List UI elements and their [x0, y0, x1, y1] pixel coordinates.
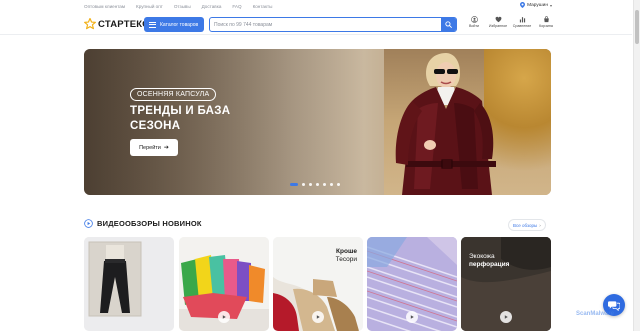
video-card-3-play-button[interactable] — [312, 311, 324, 323]
play-icon — [222, 315, 226, 319]
star-logo-icon — [84, 18, 96, 30]
location-pin-icon — [520, 2, 526, 8]
carousel-dot-5[interactable] — [323, 183, 326, 186]
all-reviews-link[interactable]: Все обзоры › — [508, 219, 546, 231]
video-card-1[interactable] — [84, 237, 174, 331]
topbar-link-reviews[interactable]: Отзывы — [174, 4, 191, 9]
all-reviews-label: Все обзоры — [513, 222, 538, 228]
cart-label: Корзина — [539, 24, 553, 28]
carousel-dot-6[interactable] — [330, 183, 333, 186]
topbar-link-delivery[interactable]: Доставка — [202, 4, 222, 9]
chevron-right-icon: › — [539, 222, 541, 228]
video-card-2-play-button[interactable] — [218, 311, 230, 323]
search-bar — [209, 17, 457, 32]
video-card-5-caption: Экокожа перфорация — [469, 253, 509, 269]
hero-banner[interactable]: ОСЕННЯЯ КАПСУЛА ТРЕНДЫ И БАЗА СЕЗОНА Пер… — [84, 49, 551, 195]
chevron-down-icon: ▾ — [549, 2, 552, 8]
watermark-text: ScanMalware — [576, 311, 615, 317]
header-divider — [0, 34, 632, 35]
carousel-dot-2[interactable] — [302, 183, 305, 186]
compare-label: Сравнение — [512, 24, 532, 28]
search-button[interactable] — [441, 18, 456, 31]
topbar-link-faq[interactable]: FAQ — [232, 4, 241, 9]
carousel-dot-1[interactable] — [290, 183, 298, 186]
hero-title-line-2: СЕЗОНА — [130, 120, 181, 132]
site-logo[interactable]: СТАРТЕКС — [84, 18, 149, 30]
hero-model-image — [395, 53, 496, 195]
play-icon — [410, 315, 414, 319]
hero-title-line-1: ТРЕНДЫ И БАЗА — [130, 105, 231, 117]
video-reviews-header: ВИДЕООБЗОРЫ НОВИНОК — [84, 219, 202, 228]
search-input[interactable] — [210, 18, 441, 31]
carousel-dot-7[interactable] — [337, 183, 340, 186]
city-selector[interactable]: Марушин ▾ — [520, 2, 552, 8]
video-card-5-play-button[interactable] — [500, 311, 512, 323]
catalog-label: Каталог товаров — [160, 21, 199, 28]
login-label: Войти — [468, 24, 480, 28]
video-card-3-subtitle: Тесори — [335, 256, 357, 263]
play-icon — [316, 315, 320, 319]
topbar-link-wholesale[interactable]: Оптовым клиентам — [84, 4, 125, 9]
logo-text: СТАРТЕКС — [98, 18, 150, 30]
hero-go-label: Перейти — [139, 144, 161, 151]
video-cards-row: Кроше Тесори Экокожа перфорация — [84, 237, 551, 331]
carousel-dot-4[interactable] — [316, 183, 319, 186]
video-card-5-subtitle: перфорация — [469, 261, 510, 268]
city-name: Марушин — [527, 2, 548, 8]
favorites-label: Избранное — [488, 24, 508, 28]
arrow-right-icon: ➔ — [163, 145, 169, 151]
compare-icon — [519, 17, 525, 23]
video-card-4-play-button[interactable] — [406, 311, 418, 323]
page-scrollbar[interactable] — [633, 0, 640, 331]
login-button[interactable]: Войти — [462, 16, 486, 28]
menu-icon — [149, 21, 156, 28]
cart-icon — [543, 16, 549, 23]
cart-button[interactable]: Корзина — [534, 16, 558, 28]
carousel-pagination — [290, 183, 344, 186]
compare-button[interactable]: Сравнение — [510, 16, 534, 28]
hero-title: ТРЕНДЫ И БАЗА СЕЗОНА — [130, 104, 230, 134]
video-card-3-caption: Кроше Тесори — [336, 248, 357, 264]
video-thumbnail-model-pants — [84, 237, 174, 331]
favorites-button[interactable]: Избранное — [486, 16, 510, 28]
header-actions: Войти Избранное Сравнение Корзина — [462, 16, 558, 28]
user-icon — [470, 16, 478, 23]
chat-bubbles-icon — [608, 301, 620, 311]
video-card-5-title: Экокожа — [469, 253, 495, 260]
topbar-link-large-wholesale[interactable]: Крупный опт — [136, 4, 163, 9]
section-title: ВИДЕООБЗОРЫ НОВИНОК — [97, 219, 202, 228]
carousel-dot-3[interactable] — [309, 183, 312, 186]
scrollbar-thumb[interactable] — [635, 10, 639, 44]
hero-capsule-badge: ОСЕННЯЯ КАПСУЛА — [130, 88, 217, 101]
catalog-button[interactable]: Каталог товаров — [144, 17, 204, 32]
video-card-3-title: Кроше — [336, 248, 357, 255]
heart-icon — [495, 16, 501, 23]
hero-go-button[interactable]: Перейти ➔ — [130, 139, 178, 156]
topbar-link-contacts[interactable]: Контакты — [253, 4, 273, 9]
search-icon — [445, 21, 452, 28]
play-icon — [504, 315, 508, 319]
play-circle-icon — [84, 219, 93, 228]
